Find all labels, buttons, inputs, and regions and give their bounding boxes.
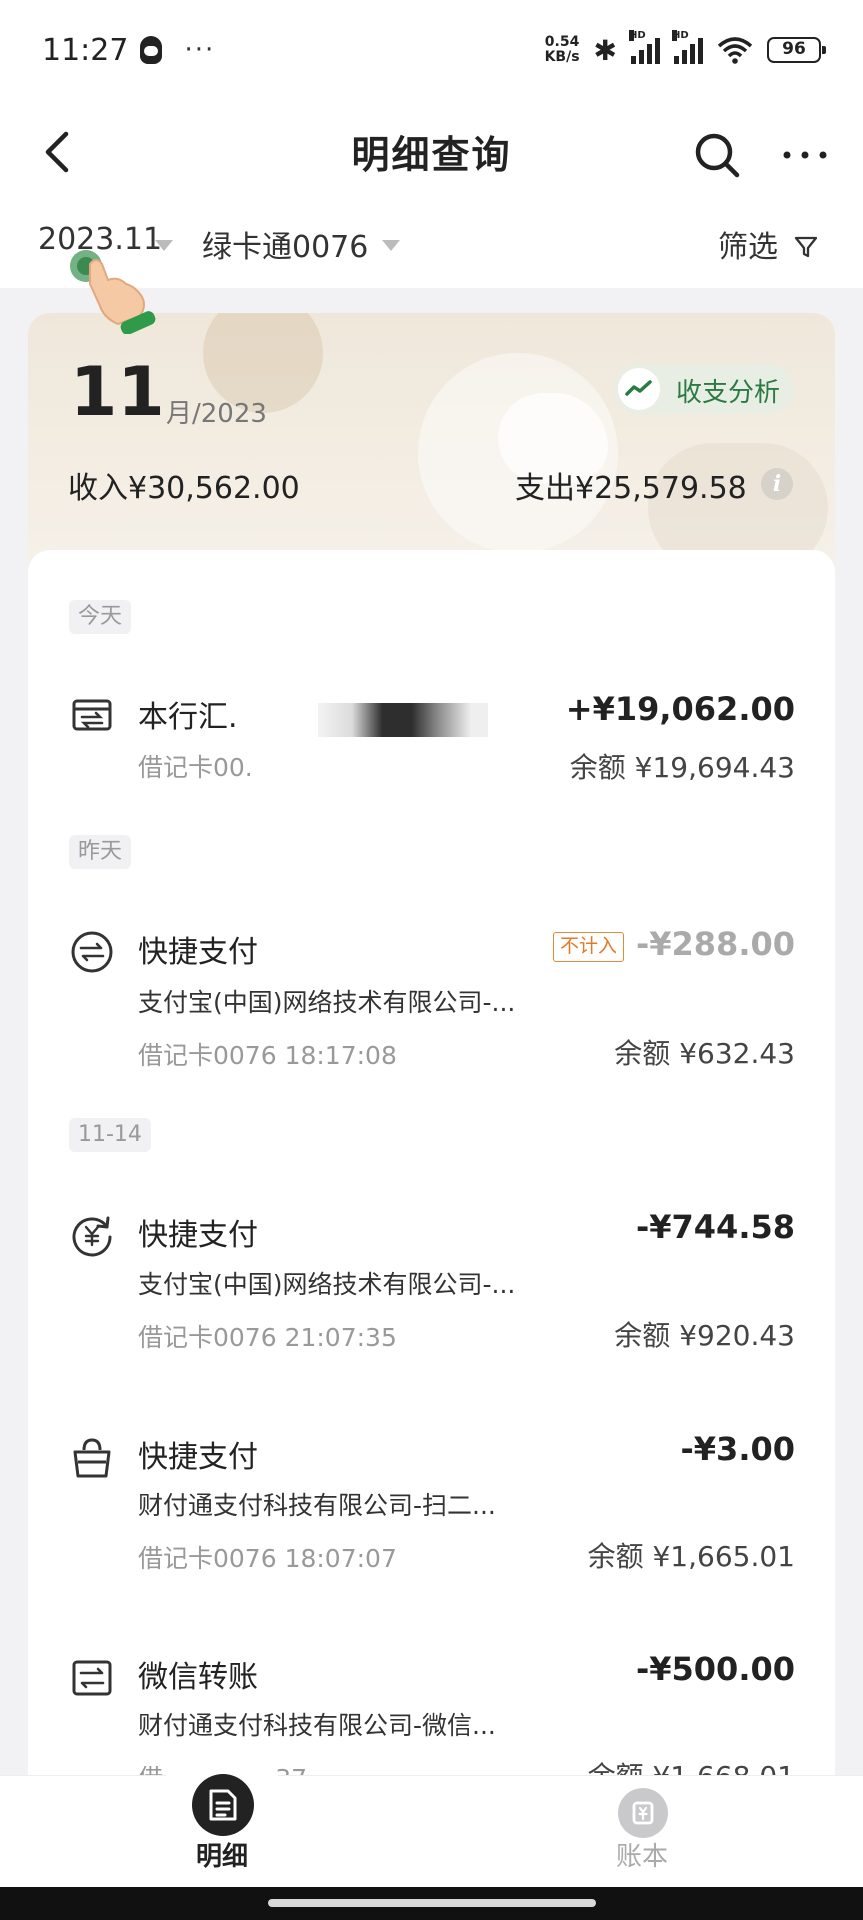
transaction-title: 快捷支付 bbox=[138, 1440, 258, 1475]
bluetooth-icon: ✱ bbox=[593, 33, 617, 67]
signal-icon-2: HD bbox=[672, 30, 703, 64]
qq-notification-icon bbox=[140, 36, 163, 64]
more-icon[interactable] bbox=[778, 128, 832, 182]
shopping-basket-icon bbox=[70, 1436, 114, 1480]
transaction-balance: 余额 ¥1,665.01 bbox=[587, 1540, 795, 1573]
trend-icon bbox=[618, 368, 660, 410]
network-speed: 0.54 KB/s bbox=[545, 35, 580, 65]
transaction-merchant: 支付宝(中国)网络技术有限公司-... bbox=[138, 1270, 516, 1299]
nav-bar: 明细查询 bbox=[0, 100, 863, 210]
home-indicator[interactable] bbox=[268, 1899, 596, 1907]
tab-detail[interactable]: 明细 bbox=[196, 1836, 248, 1873]
yuan-refresh-icon bbox=[70, 1213, 114, 1257]
pointer-hand-icon bbox=[56, 244, 166, 335]
transaction-list: 今天 本行汇. 借记卡00. +¥19,062.00 余额 ¥19,694.43… bbox=[28, 550, 835, 1775]
card-dropdown-icon[interactable] bbox=[382, 240, 400, 251]
status-bar: 11:27 ··· 0.54 KB/s ✱ HD HD 96 bbox=[0, 0, 863, 100]
transaction-balance: 余额 ¥632.43 bbox=[614, 1037, 795, 1070]
transaction-meta: 借记卡0076 18:07:07 bbox=[138, 1544, 397, 1573]
date-header-today: 今天 bbox=[69, 600, 132, 634]
redacted-block bbox=[318, 703, 488, 737]
network-speed-unit: KB/s bbox=[544, 49, 580, 65]
transaction-amount: -¥500.00 bbox=[635, 1650, 795, 1688]
excluded-tag: 不计入 bbox=[553, 932, 625, 962]
signal-icon: HD bbox=[629, 30, 660, 64]
analysis-label: 收支分析 bbox=[676, 378, 781, 408]
transaction-amount: +¥19,062.00 bbox=[565, 690, 795, 728]
transaction-meta: 借记卡00. bbox=[138, 753, 253, 782]
card-selector[interactable]: 绿卡通0076 bbox=[202, 222, 368, 266]
expense-total: 支出¥25,579.58 bbox=[515, 471, 747, 506]
battery-icon: 96 bbox=[767, 37, 826, 63]
wifi-icon bbox=[717, 36, 753, 64]
transaction-title: 微信转账 bbox=[138, 1660, 258, 1695]
signal-hd-label-2: HD bbox=[672, 30, 689, 41]
filter-funnel-icon[interactable] bbox=[793, 234, 819, 260]
transaction-title: 快捷支付 bbox=[138, 1218, 258, 1253]
bottom-tab-bar: 明细 账本 bbox=[0, 1754, 863, 1887]
tab-ledger[interactable]: 账本 bbox=[616, 1836, 668, 1873]
transaction-title: 本行汇. bbox=[138, 700, 238, 735]
transaction-amount: -¥3.00 bbox=[680, 1430, 796, 1468]
transaction-amount: -¥744.58 bbox=[635, 1208, 795, 1246]
summary-day: 11 bbox=[70, 353, 165, 432]
income-total: 收入¥30,562.00 bbox=[68, 471, 300, 506]
more-notifications-icon: ··· bbox=[184, 35, 216, 65]
network-speed-value: 0.54 bbox=[544, 34, 580, 50]
transaction-title: 快捷支付 bbox=[138, 935, 258, 970]
transaction-amount: -¥288.00 bbox=[635, 925, 795, 963]
transfer-card-icon bbox=[70, 693, 114, 737]
transaction-balance: 余额 ¥920.43 bbox=[614, 1319, 795, 1352]
date-header-yesterday: 昨天 bbox=[69, 835, 132, 869]
exchange-circle-icon bbox=[70, 930, 114, 974]
date-header-11-14: 11-14 bbox=[69, 1118, 151, 1152]
transfer-arrows-icon bbox=[70, 1656, 114, 1700]
income-expense-analysis-button[interactable]: 收支分析 bbox=[614, 364, 794, 414]
transaction-merchant: 支付宝(中国)网络技术有限公司-... bbox=[138, 988, 516, 1017]
ledger-book-icon[interactable] bbox=[618, 1788, 668, 1838]
transaction-balance: 余额 ¥1,668.01 bbox=[588, 1755, 795, 1775]
transaction-merchant: 财付通支付科技有限公司-微信... bbox=[138, 1711, 496, 1740]
signal-hd-label: HD bbox=[629, 30, 646, 41]
transaction-meta: 借记卡0076 21:07:35 bbox=[138, 1323, 397, 1352]
summary-month-year: 月/2023 bbox=[166, 399, 267, 429]
filter-button[interactable]: 筛选 bbox=[718, 222, 778, 266]
status-time: 11:27 bbox=[42, 32, 129, 68]
transaction-balance: 余额 ¥19,694.43 bbox=[569, 751, 795, 784]
transaction-meta: 借记卡0076 18:17:08 bbox=[138, 1041, 397, 1070]
detail-document-icon[interactable] bbox=[192, 1774, 254, 1836]
info-icon[interactable]: i bbox=[761, 468, 793, 500]
transaction-merchant: 财付通支付科技有限公司-扫二... bbox=[138, 1491, 496, 1520]
search-icon[interactable] bbox=[690, 128, 744, 182]
